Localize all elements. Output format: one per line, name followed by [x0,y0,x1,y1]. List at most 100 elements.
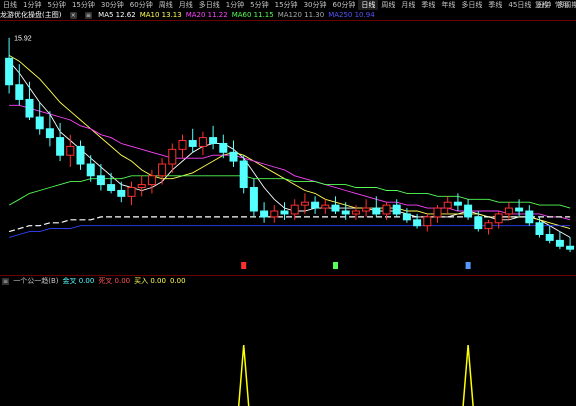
candle[interactable] [127,181,136,206]
period-tab[interactable]: 月线 [398,0,418,10]
candle[interactable] [311,196,320,214]
candle-body [351,210,360,215]
candle[interactable] [178,134,187,159]
period-tab[interactable]: 30分钟 [98,0,127,10]
candle[interactable] [25,81,34,120]
period-tab[interactable]: 5分钟 [44,0,68,10]
candle-body [433,207,442,218]
candle-body [76,145,85,165]
candle[interactable] [56,122,65,162]
candle-body [270,210,279,218]
candle-body [555,239,564,247]
candle[interactable] [86,155,95,182]
candle[interactable] [484,219,493,235]
settings-icon[interactable]: ≡ [2,278,9,285]
candle[interactable] [107,172,116,194]
candle[interactable] [188,128,197,153]
candle[interactable] [66,134,75,167]
period-tab[interactable]: 1分钟 [20,0,44,10]
period-tab[interactable]: 月线 [176,0,196,10]
candle-body [137,184,146,189]
candle[interactable] [158,158,167,185]
candle-body [474,216,483,230]
candle[interactable] [372,196,381,217]
ma-line-ma10 [8,55,571,230]
ma-legend-item: MA60 11.15 [231,11,274,19]
candle[interactable] [566,237,575,253]
candle[interactable] [535,216,544,238]
period-tab[interactable]: 周线 [156,0,176,10]
candle[interactable] [443,196,452,214]
ma-legend-item: MA120 11.30 [277,11,325,19]
candle[interactable] [464,199,473,220]
indicator-legend-item: 死叉 0.00 [98,277,131,285]
candle[interactable] [321,199,330,214]
candle[interactable] [229,140,238,167]
candle-body [341,210,350,215]
candle-body [464,204,473,218]
period-tab[interactable]: 60分钟 [329,0,358,10]
ma-line-ma20 [9,104,571,221]
period-tab[interactable]: 30分钟 [301,0,330,10]
toolbar-right-item[interactable]: 复权 [532,0,552,10]
candle[interactable] [137,175,146,197]
indicator-spike [237,344,250,406]
candle[interactable] [331,196,340,214]
candle-body [280,210,289,215]
period-tab[interactable]: 年线 [438,0,458,10]
candle-body [362,207,371,212]
close-icon[interactable]: × [69,12,77,19]
period-tab[interactable]: 1分钟 [223,0,247,10]
candle[interactable] [433,205,442,223]
indicator-legend-item: 0.00 [169,277,186,285]
period-tab[interactable]: 多日线 [196,0,223,10]
candle-body [382,204,391,215]
candle-body [168,148,177,165]
candle-body [66,145,75,156]
candle[interactable] [555,231,564,250]
candle[interactable] [362,199,371,217]
candle[interactable] [209,125,218,150]
toolbar-right-item[interactable]: 常用 [552,0,572,10]
candle[interactable] [198,131,207,156]
candlestick-chart[interactable]: 15.92 [0,20,576,274]
candle[interactable] [117,181,126,203]
period-tab[interactable]: 季线 [418,0,438,10]
period-tab[interactable]: 60分钟 [127,0,156,10]
period-tab[interactable]: 季线 [485,0,505,10]
candle[interactable] [76,140,85,170]
candle[interactable] [45,111,54,147]
indicator-chart[interactable] [0,287,576,406]
settings-icon[interactable]: ≡ [84,12,92,19]
candle[interactable] [270,205,279,223]
candle-body [219,142,228,153]
candle[interactable] [423,213,432,232]
candle[interactable] [249,178,258,217]
candle[interactable] [239,155,248,194]
period-tab[interactable]: 日线 [358,0,379,10]
ma-legend-item: MA20 11.22 [185,11,228,19]
candle-body [423,216,432,227]
candle-body [545,234,554,241]
period-tab[interactable]: 15分钟 [272,0,301,10]
candle[interactable] [168,143,177,173]
candle-body [300,201,309,206]
candle-body [392,204,401,215]
period-tab[interactable]: 周线 [378,0,398,10]
period-tab[interactable]: 15分钟 [69,0,98,10]
candle[interactable] [260,202,269,223]
candle-body [525,210,534,224]
period-tab[interactable]: 日线 [0,0,20,10]
candle[interactable] [545,225,554,244]
candle[interactable] [5,37,14,94]
candle-body [260,210,269,218]
candle[interactable] [525,205,534,226]
period-tab[interactable]: 45日线 [505,0,534,10]
candle[interactable] [147,169,156,194]
candle[interactable] [96,164,105,191]
candle-body [198,137,207,147]
period-tab[interactable]: 多日线 [458,0,485,10]
candle[interactable] [35,102,44,135]
candle-body [5,57,14,86]
period-tab[interactable]: 5分钟 [247,0,271,10]
